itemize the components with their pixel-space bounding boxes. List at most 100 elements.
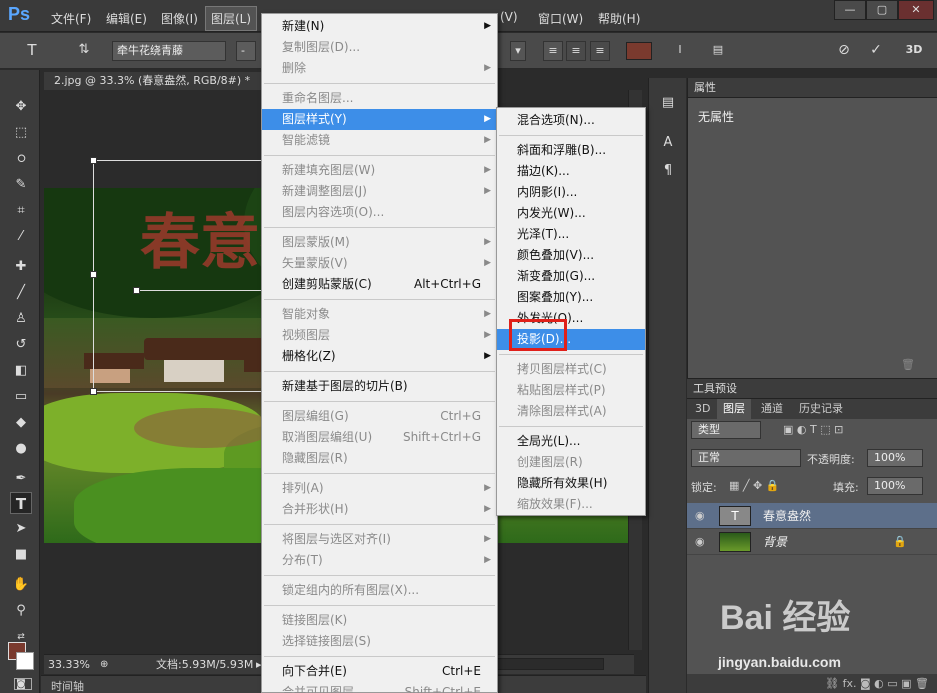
layer_menu-item[interactable]: 创建剪贴蒙版(C) Alt+Ctrl+G (262, 274, 497, 295)
background-color[interactable] (16, 652, 34, 670)
gradient-tool-icon[interactable]: ▭ (10, 386, 32, 408)
font-family-select[interactable]: 牵牛花绕青藤 (112, 41, 226, 61)
style_menu-item[interactable]: 描边(K)... (497, 161, 645, 182)
layer_menu-item[interactable]: 图层样式(Y) ▶ (262, 109, 497, 130)
style_menu-item[interactable]: 创建图层(R) (497, 452, 645, 473)
eye-icon[interactable]: ◉ (695, 529, 709, 555)
style_menu-item[interactable]: 隐藏所有效果(H) (497, 473, 645, 494)
commit-icon[interactable]: ✓ (866, 41, 886, 61)
properties-title[interactable]: 属性 (688, 78, 937, 98)
size-dropdown-icon[interactable]: ▾ (510, 41, 526, 61)
character-panel-icon[interactable]: A (657, 132, 679, 154)
transform-handle[interactable] (90, 271, 97, 278)
layer_menu-item[interactable]: 分布(T) ▶ (262, 550, 497, 571)
transform-handle[interactable] (90, 157, 97, 164)
path-select-icon[interactable]: ➤ (10, 518, 32, 540)
style_menu-item[interactable]: 图案叠加(Y)... (497, 287, 645, 308)
quick-select-tool-icon[interactable]: ✎ (10, 174, 32, 196)
layer_menu-item[interactable]: 视频图层 ▶ (262, 325, 497, 346)
status-share-icon[interactable]: ⊕ (100, 656, 108, 674)
warp-text-icon[interactable]: Ⅰ (670, 41, 690, 61)
layer-row-background[interactable]: ◉ 背景 🔒 (687, 529, 937, 555)
style_menu-item[interactable]: 粘贴图层样式(P) (497, 380, 645, 401)
layer_menu-item[interactable]: 复制图层(D)... (262, 37, 497, 58)
tab-layers[interactable]: 图层 (717, 399, 751, 419)
history-panel-icon[interactable]: ▤ (657, 92, 679, 114)
shape-tool-icon[interactable]: ■ (10, 544, 32, 566)
layer_menu-item[interactable]: 重命名图层... (262, 88, 497, 109)
layer_menu-item[interactable]: 栅格化(Z) ▶ (262, 346, 497, 367)
layer_menu-item[interactable]: 新建基于图层的切片(B) (262, 376, 497, 397)
layer-filter-select[interactable]: 类型 (691, 421, 761, 439)
layer_menu-item[interactable]: 删除 ▶ (262, 58, 497, 79)
font-style-select[interactable]: - (236, 41, 256, 61)
style_menu-item[interactable]: 拷贝图层样式(C) (497, 359, 645, 380)
style_menu-item[interactable]: 光泽(T)... (497, 224, 645, 245)
history-brush-icon[interactable]: ↺ (10, 334, 32, 356)
dodge-tool-icon[interactable]: ● (10, 438, 32, 460)
menu-edit[interactable]: 编辑(E) (106, 10, 147, 27)
layer_menu-item[interactable]: 智能滤镜 ▶ (262, 130, 497, 151)
layer-name[interactable]: 春意盎然 (763, 503, 811, 529)
transform-handle[interactable] (133, 287, 140, 294)
hand-tool-icon[interactable]: ✋ (10, 574, 32, 596)
style_menu-item[interactable]: 混合选项(N)... (497, 110, 645, 131)
crop-tool-icon[interactable]: ⌗ (10, 200, 32, 222)
tab-history[interactable]: 历史记录 (793, 399, 849, 419)
align-right-icon[interactable]: ≡ (590, 41, 610, 61)
align-center-icon[interactable]: ≡ (566, 41, 586, 61)
lock-icons[interactable]: ▦ ╱ ✥ 🔒 (729, 479, 779, 492)
marquee-tool-icon[interactable]: ⬚ (10, 122, 32, 144)
eyedropper-tool-icon[interactable]: ⁄ (10, 226, 32, 248)
cancel-icon[interactable]: ⊘ (834, 41, 854, 61)
layer_menu-item[interactable]: 图层内容选项(O)... (262, 202, 497, 223)
layer_menu-item[interactable]: 合并可见图层 Shift+Ctrl+E (262, 682, 497, 693)
lasso-tool-icon[interactable]: ഠ (10, 148, 32, 170)
layer_menu-item[interactable]: 图层蒙版(M) ▶ (262, 232, 497, 253)
layer-row-text[interactable]: ◉ T 春意盎然 (687, 503, 937, 529)
fill-input[interactable]: 100% (867, 477, 923, 495)
layer_menu-item[interactable]: 合并形状(H) ▶ (262, 499, 497, 520)
stamp-tool-icon[interactable]: ♙ (10, 308, 32, 330)
layer_menu-item[interactable]: 选择链接图层(S) (262, 631, 497, 652)
trash-icon[interactable]: 🗑 (901, 358, 915, 371)
layer_menu-item[interactable]: 新建(N) ▶ (262, 16, 497, 37)
panel-icon[interactable]: ▤ (708, 41, 728, 61)
pen-tool-icon[interactable]: ✒ (10, 468, 32, 490)
menu-window[interactable]: 窗口(W) (538, 10, 583, 27)
style_menu-item[interactable]: 缩放效果(F)... (497, 494, 645, 515)
layer_menu-item[interactable]: 智能对象 ▶ (262, 304, 497, 325)
transform-handle[interactable] (90, 388, 97, 395)
timeline-tab[interactable]: 时间轴 (51, 678, 84, 693)
tab-3d[interactable]: 3D (689, 399, 716, 419)
style_menu-item[interactable]: 渐变叠加(G)... (497, 266, 645, 287)
screen-mode-icon[interactable] (14, 678, 32, 690)
layer_menu-item[interactable]: 链接图层(K) (262, 610, 497, 631)
style_menu-item[interactable]: 内阴影(I)... (497, 182, 645, 203)
menu-file[interactable]: 文件(F) (51, 10, 91, 27)
paragraph-panel-icon[interactable]: ¶ (657, 160, 679, 182)
layer_menu-item[interactable]: 图层编组(G) Ctrl+G (262, 406, 497, 427)
style_menu-item[interactable]: 清除图层样式(A) (497, 401, 645, 422)
blend-mode-select[interactable]: 正常 (691, 449, 801, 467)
close-button[interactable]: ✕ (898, 0, 934, 20)
style_menu-item[interactable]: 斜面和浮雕(B)... (497, 140, 645, 161)
text-orient-icon[interactable]: ⇅ (74, 41, 94, 61)
menu-view[interactable]: (V) (500, 10, 518, 24)
layer-actions-icons[interactable]: ⛓ fx. ◙ ◐ ▭ ▣ 🗑 (687, 674, 937, 693)
move-tool-icon[interactable]: ✥ (10, 96, 32, 118)
minimize-button[interactable]: — (834, 0, 866, 20)
style_menu-item[interactable]: 全局光(L)... (497, 431, 645, 452)
maximize-button[interactable]: ▢ (866, 0, 898, 20)
brush-tool-icon[interactable]: ╱ (10, 282, 32, 304)
layer-name[interactable]: 背景 (763, 529, 787, 555)
layer_menu-item[interactable]: 矢量蒙版(V) ▶ (262, 253, 497, 274)
layer_menu-item[interactable]: 向下合并(E) Ctrl+E (262, 661, 497, 682)
filter-icons[interactable]: ▣ ◐ T ⬚ ⊡ (783, 423, 843, 436)
menu-help[interactable]: 帮助(H) (598, 10, 640, 27)
eraser-tool-icon[interactable]: ◧ (10, 360, 32, 382)
zoom-tool-icon[interactable]: ⚲ (10, 600, 32, 622)
opacity-input[interactable]: 100% (867, 449, 923, 467)
layer_menu-item[interactable]: 将图层与选区对齐(I) ▶ (262, 529, 497, 550)
style_menu-item[interactable]: 内发光(W)... (497, 203, 645, 224)
